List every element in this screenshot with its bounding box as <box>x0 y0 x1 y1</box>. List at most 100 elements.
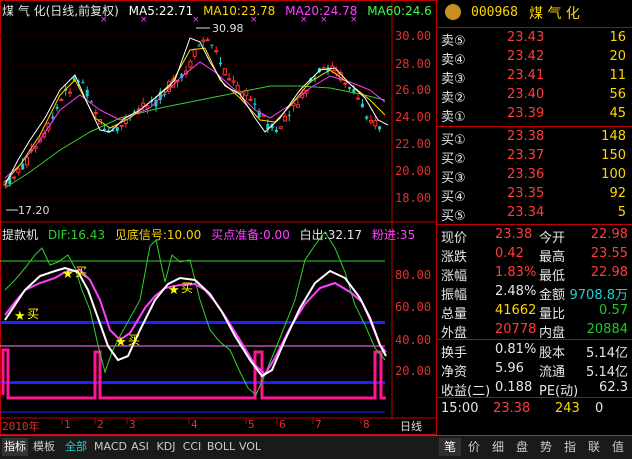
stock-title: 煤 气 化(日线,前复权) <box>2 4 119 18</box>
tab-boll[interactable]: BOLL <box>206 438 236 456</box>
candle-body <box>214 50 219 53</box>
candle-body <box>356 97 361 100</box>
buy-label: 买 <box>128 333 140 347</box>
ma60-line <box>4 85 386 189</box>
y-tick: 30.00 <box>395 29 432 43</box>
stat-label: 金额 <box>539 288 566 303</box>
tab-jia[interactable]: 价 <box>463 438 485 456</box>
candle-body <box>115 127 119 131</box>
bid-volume: 148 <box>601 129 626 144</box>
bid-label: 买⑤ <box>441 209 466 224</box>
tab-shi[interactable]: 势 <box>535 438 557 456</box>
tab-all[interactable]: 全部 <box>60 438 92 456</box>
stat-label: 今开 <box>539 231 566 246</box>
stat-value: 22.98 <box>590 265 628 280</box>
buy-signal-3[interactable]: ★ 买 <box>115 333 140 350</box>
stat-value: 0.57 <box>599 303 628 318</box>
tab-lian[interactable]: 联 <box>583 438 605 456</box>
ask-price: 23.39 <box>507 106 545 121</box>
stat-row: 换手 0.81% 股本 5.14亿 <box>437 342 632 361</box>
stat-value: 2.48% <box>495 284 537 299</box>
buy-label: 买 <box>181 281 193 295</box>
tab-vol[interactable]: VOL <box>238 438 262 456</box>
stat-label: 流通 <box>539 365 566 380</box>
x-month-label: 5 <box>248 418 255 431</box>
bid-row: 买④ 23.35 92 <box>437 186 632 205</box>
tab-asi[interactable]: ASI <box>128 438 152 456</box>
ma60-label: MA60:24.6 <box>367 4 432 18</box>
candle-body <box>248 98 253 101</box>
last-trade-row: 15:00 23.38 243 0 <box>437 401 632 420</box>
tab-pan[interactable]: 盘 <box>511 438 533 456</box>
quote-tab-bar: 笔 价 细 盘 势 指 联 值 <box>437 435 632 459</box>
jiandi-value: 见底信号:10.00 <box>114 228 202 242</box>
x-month-label: 2010年 <box>2 420 40 433</box>
period-label: 日线 <box>400 420 422 433</box>
ask-label: 卖③ <box>441 72 466 87</box>
bid-volume: 100 <box>601 167 626 182</box>
tab-bi[interactable]: 笔 <box>439 438 461 456</box>
tab-macd[interactable]: MACD <box>94 438 127 456</box>
stock-code: 000968 <box>471 5 518 20</box>
candle-body <box>287 114 291 116</box>
ask-row: 卖① 23.39 45 <box>437 106 632 125</box>
low-marker-label: 17.20 <box>18 204 50 217</box>
candle-body <box>253 103 257 105</box>
stat-value: 20884 <box>586 322 628 337</box>
bid-label: 买③ <box>441 171 466 186</box>
tab-zhi2[interactable]: 值 <box>607 438 629 456</box>
x-month-label: 8 <box>363 418 370 431</box>
stat-row: 振幅 2.48% 金额 9708.8万 <box>437 284 632 303</box>
bid-row: 买③ 23.36 100 <box>437 167 632 186</box>
dif-value: DIF:16.43 <box>47 228 105 242</box>
tab-cci[interactable]: CCI <box>180 438 204 456</box>
y-tick: 26.00 <box>395 83 432 97</box>
ask-volume: 16 <box>609 30 626 45</box>
candle-body <box>81 82 85 84</box>
ask-volume: 45 <box>609 106 626 121</box>
stat-label: 现价 <box>441 231 468 246</box>
buy-label: 买 <box>27 307 39 321</box>
chart-area[interactable]: × × × × × × × 30.98 17.20 ★ 买 ★ 买 ★ 买 ★ 买 <box>0 0 437 435</box>
stat-label: 最高 <box>539 250 566 265</box>
x-month-label: 3 <box>129 418 136 431</box>
baichu-value: 白出:32.17 <box>299 228 363 242</box>
buy-signal-4[interactable]: ★ 买 <box>168 281 193 298</box>
ask-volume: 56 <box>609 87 626 102</box>
bid-row: 买② 23.37 150 <box>437 148 632 167</box>
candle-body <box>93 112 98 115</box>
stat-value: 1.83% <box>495 265 537 280</box>
candle-body <box>12 176 17 179</box>
stat-label: 涨跌 <box>441 250 468 265</box>
bid-label: 买② <box>441 152 466 167</box>
candle-body <box>283 115 287 122</box>
tab-zhi[interactable]: 指 <box>559 438 581 456</box>
stock-name: 煤 气 化 <box>529 6 580 22</box>
stat-value: 9708.8万 <box>569 288 629 303</box>
tab-indicator[interactable]: 指标 <box>2 438 28 456</box>
stat-value: 5.14亿 <box>586 346 628 361</box>
blue-level-lower <box>0 381 385 384</box>
tab-xi[interactable]: 细 <box>487 438 509 456</box>
stat-label: 最低 <box>539 269 566 284</box>
indicator-name: 提款机 <box>2 228 39 242</box>
trade-flag: 0 <box>595 401 604 416</box>
tab-template[interactable]: 模板 <box>30 438 58 456</box>
ma5-line <box>4 37 389 186</box>
trade-time: 15:00 <box>441 401 479 416</box>
tab-kdj[interactable]: KDJ <box>154 438 178 456</box>
candle-body <box>55 106 59 109</box>
candle-body <box>188 60 193 68</box>
stat-value: 0.188 <box>495 380 533 395</box>
candle-body <box>201 39 206 42</box>
bid-price: 23.36 <box>507 167 545 182</box>
trade-price: 23.38 <box>493 401 531 416</box>
candle-body <box>231 80 236 83</box>
candle-body <box>25 157 29 166</box>
ask-price: 23.40 <box>507 87 545 102</box>
x-month-label: 7 <box>315 418 322 431</box>
ask-label: 卖⑤ <box>441 34 466 49</box>
bid-price: 23.34 <box>507 205 545 220</box>
indicator-title-bar: 提款机 DIF:16.43 见底信号:10.00 买点准备:0.00 白出:32… <box>2 226 421 242</box>
stat-label: 涨幅 <box>441 269 468 284</box>
